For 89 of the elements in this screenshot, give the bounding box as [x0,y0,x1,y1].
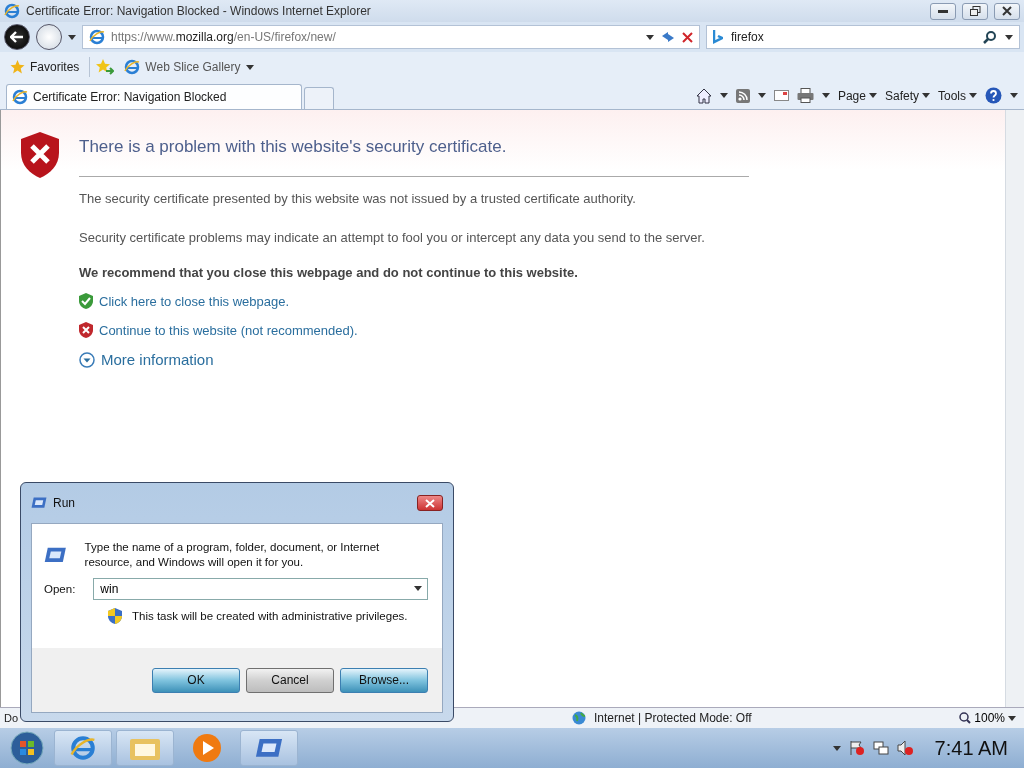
page-paragraph: Security certificate problems may indicate an attempt to fool you or intercept any data you send to the server. [79,229,706,247]
recommendation-text: We recommend that you close this webpage and do not continue to this website. [79,265,579,280]
close-icon [1002,6,1012,16]
page-heading: There is a problem with this website's security certificate. [79,132,749,177]
search-icon[interactable] [983,30,997,44]
printer-icon[interactable] [796,88,814,103]
feed-icon[interactable] [735,88,750,103]
stop-icon[interactable] [682,31,693,43]
browser-e-icon [12,89,28,105]
network-icon[interactable] [872,740,889,756]
status-text: Do [4,712,20,724]
caret-icon [1005,34,1013,40]
run-window-icon [255,738,283,758]
help-icon[interactable] [985,87,1002,104]
back-arrow-icon [10,31,24,43]
dialog-button[interactable]: OK [152,667,240,693]
restore-icon [969,6,981,16]
window-title: Certificate Error: Navigation Blocked - Windows Internet Explorer [26,4,372,18]
close-icon [425,498,435,508]
page-paragraph: The security certificate presented by this website was not issued by a trusted certificate authority. [79,190,637,208]
shield-check-icon [79,293,93,309]
vertical-scrollbar[interactable] [1005,110,1024,707]
search-text: firefox [731,30,765,44]
dialog-title: Run [53,496,76,510]
expand-icon[interactable] [79,351,95,368]
page-link[interactable]: Continue to this website (not recommended). [99,322,358,338]
close-button[interactable] [994,2,1020,20]
address-bar[interactable]: https://www.mozilla.org/en-US/firefox/new/ [82,25,700,49]
browser-taskbar-button[interactable] [54,730,112,766]
page-link[interactable]: Click here to close this webpage. [99,293,290,309]
forward-button[interactable] [36,24,62,50]
browser-e-icon [4,3,20,19]
caret-icon [646,34,654,40]
globe-icon [572,711,586,725]
uac-shield-icon [108,608,122,624]
dialog-description: Type the name of a program, folder, document, or Internet resource, and Windows will open it for you. [84,540,381,570]
restore-button[interactable] [962,2,988,20]
search-field[interactable]: firefox [706,25,1020,49]
dropdown-caret-icon [414,586,422,591]
caret-icon [922,93,930,98]
admin-note: This task will be created with administrative privileges. [132,610,408,622]
folder-icon [130,736,160,760]
dialog-close-button[interactable] [417,495,443,511]
dialog-button[interactable]: Cancel [246,667,334,693]
caret-icon [868,93,877,98]
browser-e-icon [70,735,96,761]
home-icon[interactable] [695,87,712,104]
back-button[interactable] [4,24,30,50]
play-icon [192,733,222,763]
zoom-button[interactable]: 100% [955,711,1020,725]
clock: 7:41 AM [934,736,1008,760]
shield-cross-icon [79,322,93,338]
search-provider-icon [713,30,723,44]
error-shield-icon [21,132,59,178]
caret-icon [757,93,766,98]
command-menu[interactable]: Page [837,88,877,103]
caret-icon [821,93,830,98]
add-favorite-icon[interactable] [96,59,115,75]
run-taskbar-button[interactable] [240,730,298,766]
minimize-button[interactable] [930,2,956,20]
history-caret-icon [68,34,76,40]
command-menu[interactable]: Safety [884,88,930,103]
tray-arrow-icon [832,745,841,751]
minimize-icon [938,9,948,13]
speaker-muted-icon[interactable] [896,740,913,756]
refresh-icon[interactable] [660,30,676,44]
browser-e-icon [124,59,141,75]
caret-icon [1008,715,1016,721]
dialog-button[interactable]: Browse... [340,667,428,693]
windows-logo-icon [10,731,44,765]
more-information-link[interactable]: More information [101,351,214,368]
favorites-button[interactable]: Favorites [6,58,84,76]
caret-icon [1010,93,1018,98]
magnifier-icon [959,712,972,724]
open-label: Open: [44,583,76,595]
caret-icon [969,93,977,98]
web-slice-gallery-button[interactable]: Web Slice Gallery [120,57,258,77]
security-zone-text: Internet | Protected Mode: Off [594,711,752,725]
run-window-icon [31,497,47,509]
star-icon [10,60,25,74]
open-combo-field[interactable]: win [93,578,428,600]
browser-e-icon [89,29,105,45]
browser-tab[interactable]: Certificate Error: Navigation Blocked [6,84,302,109]
caret-icon [245,64,254,70]
caret-icon [719,93,728,98]
mail-icon[interactable] [773,90,789,101]
flag-icon[interactable] [848,740,865,756]
url-text: https://www.mozilla.org/en-US/firefox/new/ [111,30,337,44]
command-menu[interactable]: Tools [938,88,977,103]
